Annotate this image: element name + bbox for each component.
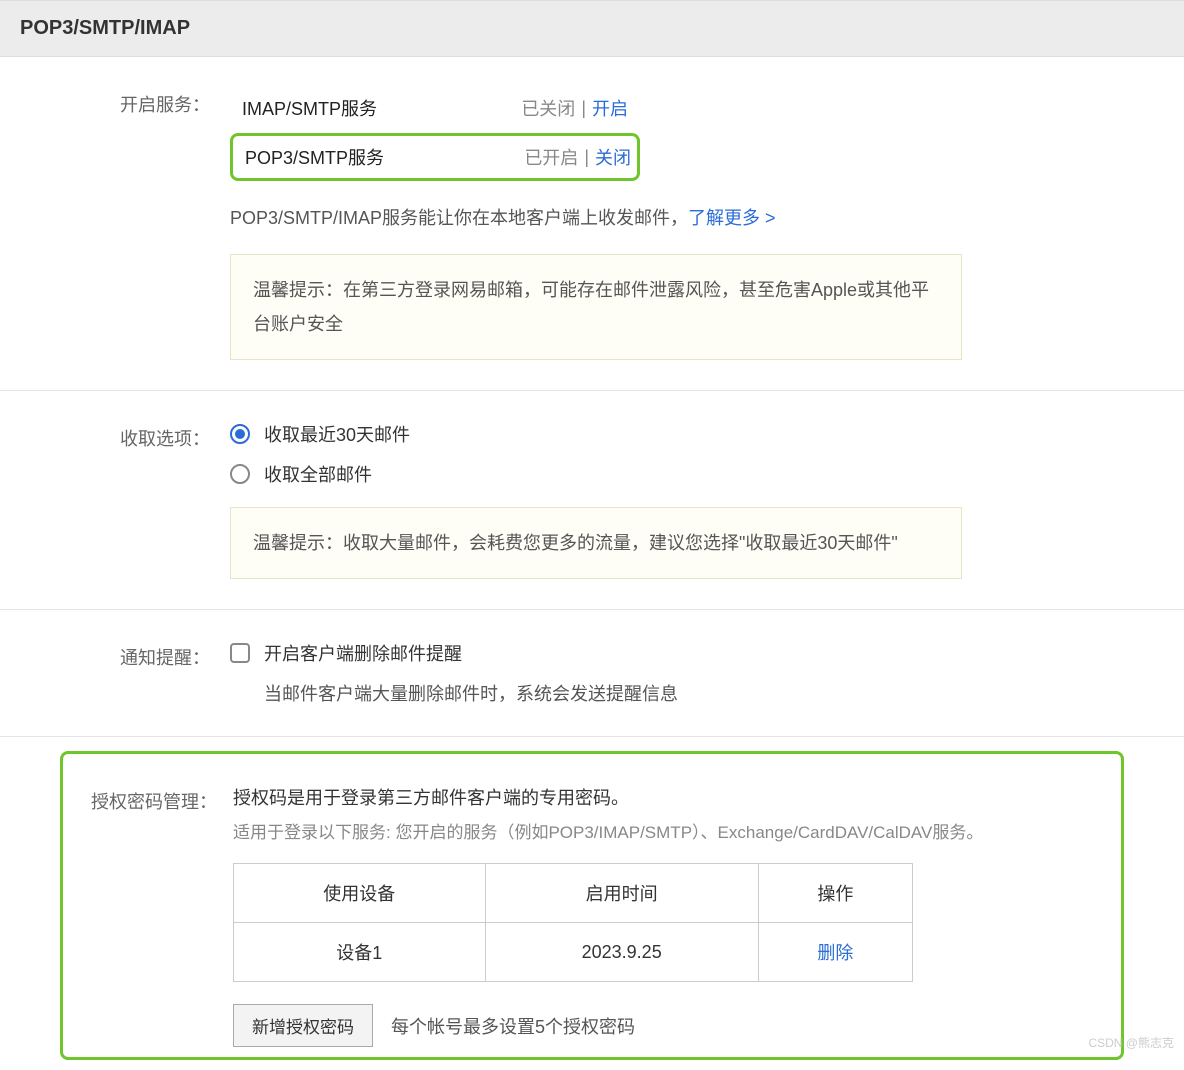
auth-desc-primary: 授权码是用于登录第三方邮件客户端的专用密码。 [233, 784, 1091, 810]
fetch-option-all[interactable]: 收取全部邮件 [230, 461, 1144, 487]
cell-time: 2023.9.25 [485, 923, 758, 982]
page-header: POP3/SMTP/IMAP [0, 0, 1184, 57]
col-time: 启用时间 [485, 864, 758, 923]
service-row-imap: IMAP/SMTP服务 已关闭 | 开启 [230, 87, 640, 129]
auth-table: 使用设备 启用时间 操作 设备1 2023.9.25 删除 [233, 863, 913, 982]
radio-icon[interactable] [230, 464, 250, 484]
pop3-toggle-link[interactable]: 关闭 [595, 144, 631, 170]
notify-description: 当邮件客户端大量删除邮件时，系统会发送提醒信息 [264, 680, 1144, 706]
fetch-label: 收取选项： [40, 421, 230, 579]
imap-service-name: IMAP/SMTP服务 [242, 95, 521, 121]
learn-more-link[interactable]: 了解更多 > [688, 208, 776, 228]
table-header-row: 使用设备 启用时间 操作 [234, 864, 913, 923]
fetch-opt1-label: 收取最近30天邮件 [264, 421, 410, 447]
section-fetch: 收取选项： 收取最近30天邮件 收取全部邮件 温馨提示：收取大量邮件，会耗费您更… [0, 391, 1184, 610]
checkbox-icon[interactable] [230, 643, 250, 663]
service-row-pop3: POP3/SMTP服务 已开启 | 关闭 [233, 136, 643, 178]
fetch-tip-box: 温馨提示：收取大量邮件，会耗费您更多的流量，建议您选择"收取最近30天邮件" [230, 507, 962, 579]
auth-label: 授权密码管理： [83, 784, 233, 1047]
services-description: POP3/SMTP/IMAP服务能让你在本地客户端上收发邮件，了解更多 > [230, 203, 1144, 234]
radio-icon[interactable] [230, 424, 250, 444]
pop3-highlight-box: POP3/SMTP服务 已开启 | 关闭 [230, 133, 640, 181]
notify-checkbox-label: 开启客户端删除邮件提醒 [264, 640, 462, 666]
imap-status: 已关闭 [521, 95, 575, 121]
services-tip-box: 温馨提示：在第三方登录网易邮箱，可能存在邮件泄露风险，甚至危害Apple或其他平… [230, 254, 962, 360]
delete-link[interactable]: 删除 [817, 943, 853, 963]
pop3-status: 已开启 [524, 144, 578, 170]
table-row: 设备1 2023.9.25 删除 [234, 923, 913, 982]
section-notify: 通知提醒： 开启客户端删除邮件提醒 当邮件客户端大量删除邮件时，系统会发送提醒信… [0, 610, 1184, 737]
section-auth-highlight: 授权密码管理： 授权码是用于登录第三方邮件客户端的专用密码。 适用于登录以下服务… [60, 751, 1124, 1060]
notify-checkbox-row[interactable]: 开启客户端删除邮件提醒 [230, 640, 1144, 666]
pop3-service-name: POP3/SMTP服务 [245, 144, 524, 170]
section-services: 开启服务： IMAP/SMTP服务 已关闭 | 开启 POP3/SMTP服务 已… [0, 57, 1184, 391]
services-label: 开启服务： [40, 87, 230, 360]
add-auth-row: 新增授权密码 每个帐号最多设置5个授权密码 [233, 1004, 1091, 1047]
add-auth-note: 每个帐号最多设置5个授权密码 [391, 1013, 635, 1039]
col-action: 操作 [758, 864, 912, 923]
notify-label: 通知提醒： [40, 640, 230, 706]
add-auth-button[interactable]: 新增授权密码 [233, 1004, 373, 1047]
auth-desc-secondary: 适用于登录以下服务: 您开启的服务（例如POP3/IMAP/SMTP）、Exch… [233, 818, 1091, 843]
imap-toggle-link[interactable]: 开启 [592, 95, 628, 121]
cell-device: 设备1 [234, 923, 486, 982]
col-device: 使用设备 [234, 864, 486, 923]
watermark-text: CSDN @熊志克 [1088, 1034, 1174, 1051]
fetch-option-30days[interactable]: 收取最近30天邮件 [230, 421, 1144, 447]
page-title: POP3/SMTP/IMAP [20, 17, 1164, 40]
fetch-opt2-label: 收取全部邮件 [264, 461, 372, 487]
